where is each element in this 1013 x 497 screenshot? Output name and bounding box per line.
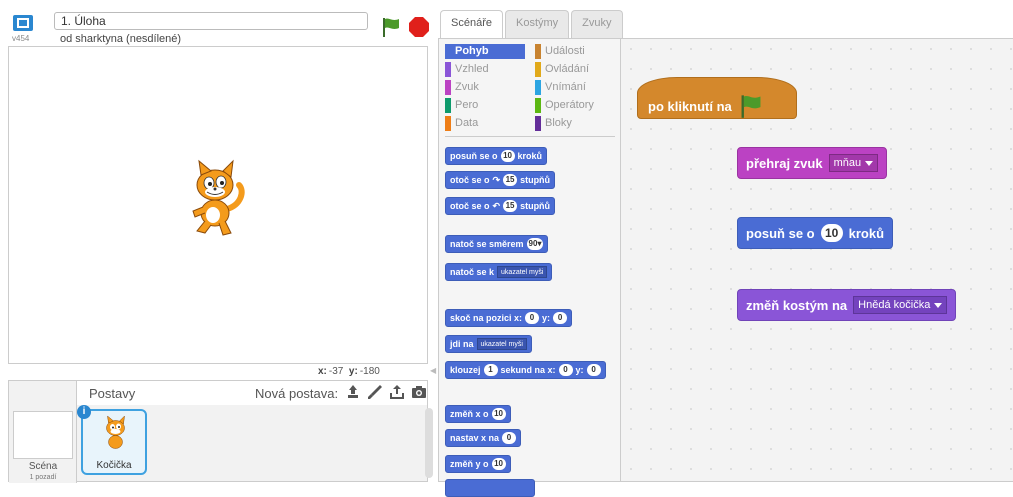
category-more-blocks[interactable]: Bloky	[535, 116, 615, 131]
tab-costumes[interactable]: Kostýmy	[504, 10, 570, 38]
rotate-right-icon: ↷	[492, 175, 501, 185]
new-sprite-label: Nová postava:	[255, 386, 339, 401]
scene-backdrop-count: 1 pozadí	[29, 474, 57, 481]
category-motion[interactable]: Pohyb	[445, 44, 525, 59]
cat-sprite[interactable]	[179, 159, 249, 239]
author-label: od sharktyna (nesdílené)	[60, 33, 182, 45]
block-point-direction[interactable]: natoč se směrem 90▾	[445, 235, 549, 253]
scene-label: Scéna	[28, 461, 58, 472]
tab-sounds[interactable]: Zvuky	[571, 10, 623, 38]
cat-thumbnail-icon	[106, 415, 125, 449]
paint-stamp-icon[interactable]	[345, 384, 361, 400]
block-change-y[interactable]: změň y o 10	[445, 455, 511, 473]
play-sound-block[interactable]: přehraj zvuk mňau	[737, 147, 888, 179]
stop-icon[interactable]	[408, 16, 430, 38]
block-point-towards[interactable]: natoč se k ukazatel myši	[445, 263, 553, 281]
move-steps-block[interactable]: posuň se o 10 kroků	[737, 217, 894, 249]
scripts-area[interactable]: po kliknutí na přehraj zvuk mňau posuň s…	[620, 38, 1013, 482]
sprites-header: Postavy Nová postava:	[77, 381, 427, 405]
stage-header: v454 od sharktyna (nesdílené)	[0, 0, 432, 46]
coord-x-value: -37	[328, 366, 344, 377]
scene-thumbnail[interactable]	[13, 411, 73, 459]
block-turn-right[interactable]: otoč se o ↷ 15 stupňů	[445, 171, 556, 189]
sprite-info-icon[interactable]: i	[77, 405, 91, 419]
rotate-left-icon: ↶	[492, 201, 501, 211]
switch-costume-label: změň kostým na	[746, 297, 848, 313]
mouse-coordinates: x: -37 y: -180	[318, 366, 380, 377]
stage[interactable]	[8, 46, 428, 364]
move-label-post: kroků	[848, 225, 885, 241]
tab-scripts[interactable]: Scénáře	[440, 10, 503, 39]
coord-y-value: -180	[359, 366, 380, 377]
stage-resize-handle[interactable]: ◀	[430, 366, 438, 378]
block-set-x[interactable]: nastav x na 0	[445, 429, 522, 447]
category-sound[interactable]: Zvuk	[445, 80, 525, 95]
category-events[interactable]: Události	[535, 44, 615, 59]
block-goto[interactable]: jdi na ukazatel myši	[445, 335, 532, 353]
hat-label: po kliknutí na	[648, 98, 732, 114]
palette-scrollbar[interactable]	[425, 408, 433, 478]
block-glide[interactable]: klouzej 1 sekund na x: 0 y: 0	[445, 361, 606, 379]
version-label: v454	[12, 34, 30, 43]
sprites-pane: Scéna 1 pozadí Postavy Nová postava: i K…	[8, 380, 428, 483]
category-operators[interactable]: Operátory	[535, 98, 615, 113]
scene-column: Scéna 1 pozadí	[9, 381, 77, 483]
fullscreen-icon[interactable]	[12, 14, 34, 32]
chevron-down-icon	[934, 302, 943, 308]
steps-input[interactable]: 10	[820, 224, 843, 242]
category-pen[interactable]: Pero	[445, 98, 525, 113]
green-flag-icon	[741, 95, 761, 118]
coord-x-label: x:	[318, 366, 327, 377]
block-palette: Pohyb Vzhled Zvuk Pero Data Události Ovl…	[438, 38, 620, 497]
switch-costume-block[interactable]: změň kostým na Hnědá kočička	[737, 289, 957, 321]
category-control[interactable]: Ovládání	[535, 62, 615, 77]
block-turn-left[interactable]: otoč se o ↶ 15 stupňů	[445, 197, 556, 215]
sprites-title: Postavy	[89, 386, 136, 401]
camera-icon[interactable]	[411, 384, 427, 400]
palette-divider	[445, 136, 615, 137]
block-goto-xy[interactable]: skoč na pozici x: 0 y: 0	[445, 309, 573, 327]
brush-icon[interactable]	[367, 384, 383, 400]
editor-tabs: Scénáře Kostýmy Zvuky	[440, 10, 625, 39]
costume-dropdown[interactable]: Hnědá kočička	[853, 296, 948, 314]
category-data[interactable]: Data	[445, 116, 525, 131]
upload-icon[interactable]	[389, 384, 405, 400]
sound-dropdown[interactable]: mňau	[828, 154, 879, 172]
category-sensing[interactable]: Vnímání	[535, 80, 615, 95]
coord-y-label: y:	[348, 366, 358, 377]
when-flag-clicked-block[interactable]: po kliknutí na	[637, 77, 797, 119]
sprite-name: Kočička	[96, 460, 132, 471]
category-looks[interactable]: Vzhled	[445, 62, 525, 77]
chevron-down-icon	[865, 160, 874, 166]
sprite-thumbnail[interactable]: i Kočička	[77, 405, 147, 475]
block-move-steps[interactable]: posuň se o 10 kroků	[445, 147, 548, 165]
block-change-x[interactable]: změň x o 10	[445, 405, 511, 423]
project-title-input[interactable]	[54, 12, 368, 30]
move-label-pre: posuň se o	[746, 225, 815, 241]
play-sound-label: přehraj zvuk	[746, 155, 823, 171]
green-flag-icon[interactable]	[380, 16, 402, 38]
category-list: Pohyb Vzhled Zvuk Pero Data Události Ovl…	[445, 44, 615, 136]
